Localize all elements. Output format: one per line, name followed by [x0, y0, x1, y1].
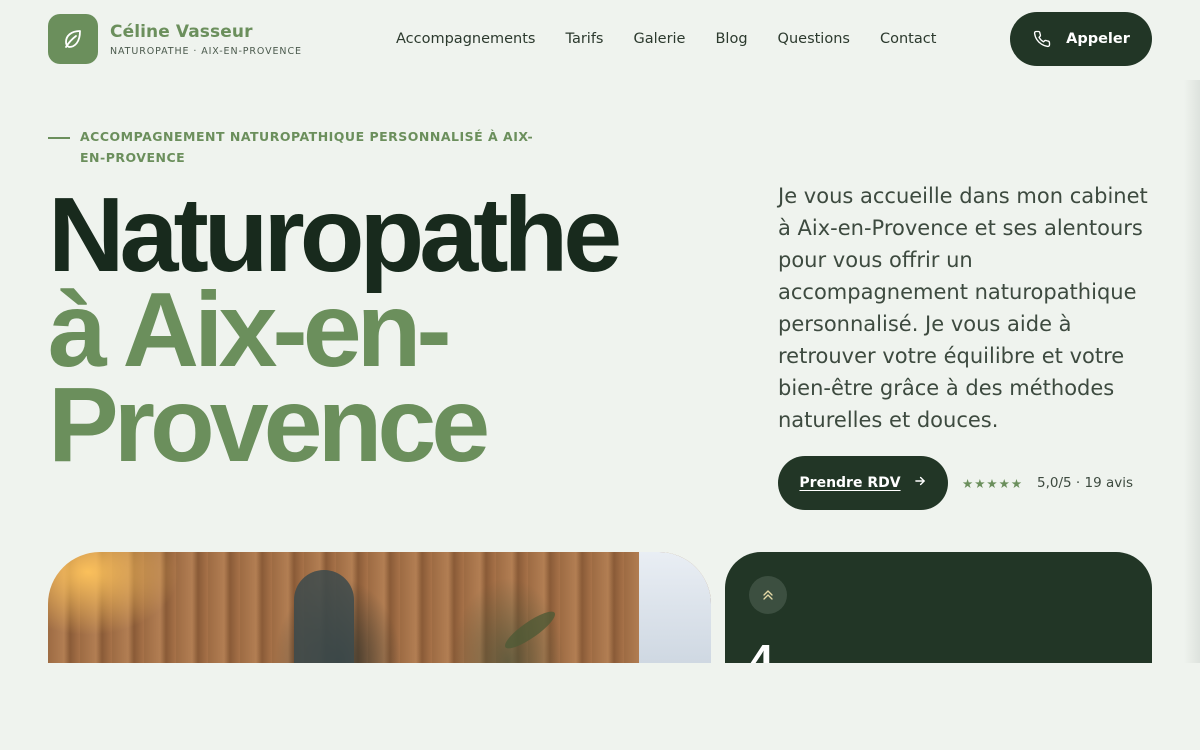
- stats-card: 4: [725, 552, 1152, 663]
- hero-eyebrow: ACCOMPAGNEMENT NATUROPATHIQUE PERSONNALI…: [48, 126, 558, 168]
- nav-link-accompagnements[interactable]: Accompagnements: [396, 31, 536, 47]
- brand-name: Céline Vasseur: [110, 21, 253, 42]
- nav-link-questions[interactable]: Questions: [778, 31, 850, 47]
- hero-title: Naturopathe à Aix-en-Provence: [48, 176, 738, 484]
- phone-icon: [1032, 29, 1052, 49]
- nav-link-galerie[interactable]: Galerie: [634, 31, 686, 47]
- arrow-right-icon: [913, 474, 927, 492]
- hero-title-line1: Naturopathe: [48, 176, 622, 294]
- stats-number: 4: [749, 636, 774, 663]
- nav-link-contact[interactable]: Contact: [880, 31, 936, 47]
- hero-title-line2: à Aix-en-Provence: [48, 271, 490, 484]
- book-appointment-label: Prendre RDV: [799, 475, 901, 491]
- rating-stars: ★★★★★: [962, 475, 1024, 491]
- leaf-icon: [48, 14, 98, 64]
- eyebrow-line: [48, 137, 70, 139]
- rating-text: 5,0/5 · 19 avis: [1037, 475, 1134, 491]
- page-fold: [0, 663, 1200, 750]
- nav-link-tarifs[interactable]: Tarifs: [566, 31, 604, 47]
- main-nav: Accompagnements Tarifs Galerie Blog Ques…: [396, 12, 936, 66]
- brand[interactable]: Céline Vasseur NATUROPATHE · AIX-EN-PROV…: [48, 14, 302, 64]
- eyebrow-text: ACCOMPAGNEMENT NATUROPATHIQUE PERSONNALI…: [80, 129, 534, 165]
- nav-link-blog[interactable]: Blog: [715, 31, 747, 47]
- book-appointment-button[interactable]: Prendre RDV: [778, 456, 948, 510]
- call-button-label: Appeler: [1066, 31, 1130, 47]
- call-button[interactable]: Appeler: [1010, 12, 1152, 66]
- hero-description: Je vous accueille dans mon cabinet à Aix…: [778, 184, 1148, 432]
- brand-subtitle: NATUROPATHE · AIX-EN-PROVENCE: [110, 45, 302, 57]
- site-header: Céline Vasseur NATUROPATHE · AIX-EN-PROV…: [48, 12, 1152, 66]
- cta-row: Prendre RDV ★★★★★ 5,0/5 · 19 avis: [778, 456, 1133, 510]
- double-chevron-up-icon: [749, 576, 787, 614]
- cabinet-photo: [48, 552, 711, 663]
